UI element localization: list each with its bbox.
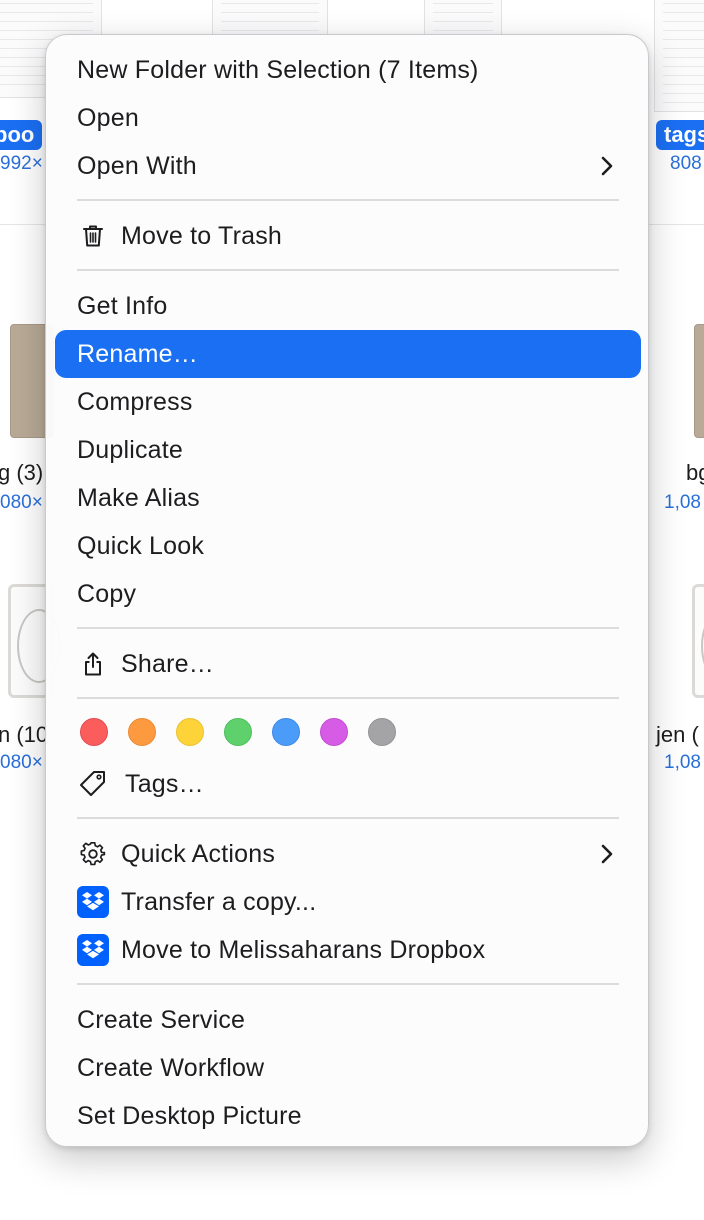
menu-item-copy[interactable]: Copy — [55, 570, 641, 618]
menu-item-tags[interactable]: Tags… — [55, 760, 641, 808]
file-name[interactable]: n (10 — [0, 722, 48, 748]
tag-green-dot[interactable] — [224, 718, 252, 746]
tag-red-dot[interactable] — [80, 718, 108, 746]
menu-item-label: New Folder with Selection (7 Items) — [77, 55, 479, 84]
menu-item-set-desktop-picture[interactable]: Set Desktop Picture — [55, 1092, 641, 1140]
tag-orange-dot[interactable] — [128, 718, 156, 746]
menu-item-quick-look[interactable]: Quick Look — [55, 522, 641, 570]
trash-icon — [77, 220, 109, 252]
context-menu: New Folder with Selection (7 Items) Open… — [45, 34, 649, 1147]
menu-item-label: Rename… — [77, 339, 198, 368]
menu-separator — [77, 697, 619, 699]
file-name-selected[interactable]: boo — [0, 120, 43, 150]
file-name[interactable]: g (3) — [0, 460, 43, 486]
menu-separator — [77, 199, 619, 201]
menu-item-create-service[interactable]: Create Service — [55, 996, 641, 1044]
menu-item-compress[interactable]: Compress — [55, 378, 641, 426]
menu-item-label: Get Info — [77, 291, 168, 320]
menu-separator — [77, 983, 619, 985]
file-name[interactable]: bg — [686, 460, 704, 486]
menu-item-make-alias[interactable]: Make Alias — [55, 474, 641, 522]
menu-item-label: Move to Trash — [121, 221, 282, 250]
menu-item-label: Create Workflow — [77, 1053, 265, 1082]
menu-item-label: Open — [77, 103, 139, 132]
dropbox-icon — [77, 886, 109, 918]
tag-yellow-dot[interactable] — [176, 718, 204, 746]
tag-color-row — [80, 718, 416, 748]
tag-blue-dot[interactable] — [272, 718, 300, 746]
file-dimensions: 1,08 — [664, 492, 701, 513]
file-name[interactable]: jen ( — [656, 722, 699, 748]
file-thumbnail[interactable] — [654, 0, 704, 112]
file-thumbnail[interactable] — [692, 584, 704, 698]
menu-item-duplicate[interactable]: Duplicate — [55, 426, 641, 474]
menu-item-label: Set Desktop Picture — [77, 1101, 302, 1130]
menu-item-open[interactable]: Open — [55, 94, 641, 142]
menu-item-label: Quick Actions — [121, 839, 276, 868]
menu-item-label: Move to Melissaharans Dropbox — [121, 935, 486, 964]
menu-item-label: Create Service — [77, 1005, 246, 1034]
menu-item-label: Copy — [77, 579, 137, 608]
menu-item-new-folder-with-selection[interactable]: New Folder with Selection (7 Items) — [55, 46, 641, 94]
menu-separator — [77, 627, 619, 629]
file-dimensions: 992× — [0, 153, 43, 174]
file-dimensions: 080× — [0, 752, 43, 773]
menu-item-get-info[interactable]: Get Info — [55, 282, 641, 330]
menu-item-move-to-trash[interactable]: Move to Trash — [55, 212, 641, 260]
menu-item-label: Share… — [121, 649, 214, 678]
gear-icon — [77, 838, 109, 870]
file-dimensions: 080× — [0, 492, 43, 513]
menu-item-transfer-a-copy[interactable]: Transfer a copy... — [55, 878, 641, 926]
menu-item-label: Compress — [77, 387, 193, 416]
menu-item-label: Make Alias — [77, 483, 200, 512]
tag-purple-dot[interactable] — [320, 718, 348, 746]
menu-item-label: Quick Look — [77, 531, 205, 560]
file-thumbnail[interactable] — [694, 324, 704, 438]
file-dimensions: 808 — [670, 153, 702, 174]
menu-item-quick-actions[interactable]: Quick Actions — [55, 830, 641, 878]
menu-item-label: Tags… — [125, 769, 204, 798]
menu-item-label: Duplicate — [77, 435, 184, 464]
tag-gray-dot[interactable] — [368, 718, 396, 746]
dropbox-icon — [77, 934, 109, 966]
file-dimensions: 1,08 — [664, 752, 701, 773]
chevron-right-icon — [601, 844, 613, 864]
share-icon — [77, 648, 109, 680]
menu-item-label: Transfer a copy... — [121, 887, 317, 916]
menu-separator — [77, 269, 619, 271]
menu-separator — [77, 817, 619, 819]
menu-item-share[interactable]: Share… — [55, 640, 641, 688]
chevron-right-icon — [601, 156, 613, 176]
menu-item-open-with[interactable]: Open With — [55, 142, 641, 190]
menu-item-rename[interactable]: Rename… — [55, 330, 641, 378]
menu-item-label: Open With — [77, 151, 197, 180]
tag-icon — [77, 768, 109, 800]
file-name-selected[interactable]: tags — [656, 120, 704, 150]
menu-item-move-to-dropbox[interactable]: Move to Melissaharans Dropbox — [55, 926, 641, 974]
finder-window: boo 992× tags 808 g (3) 080× bg 1,08 n (… — [0, 0, 704, 1220]
menu-item-create-workflow[interactable]: Create Workflow — [55, 1044, 641, 1092]
